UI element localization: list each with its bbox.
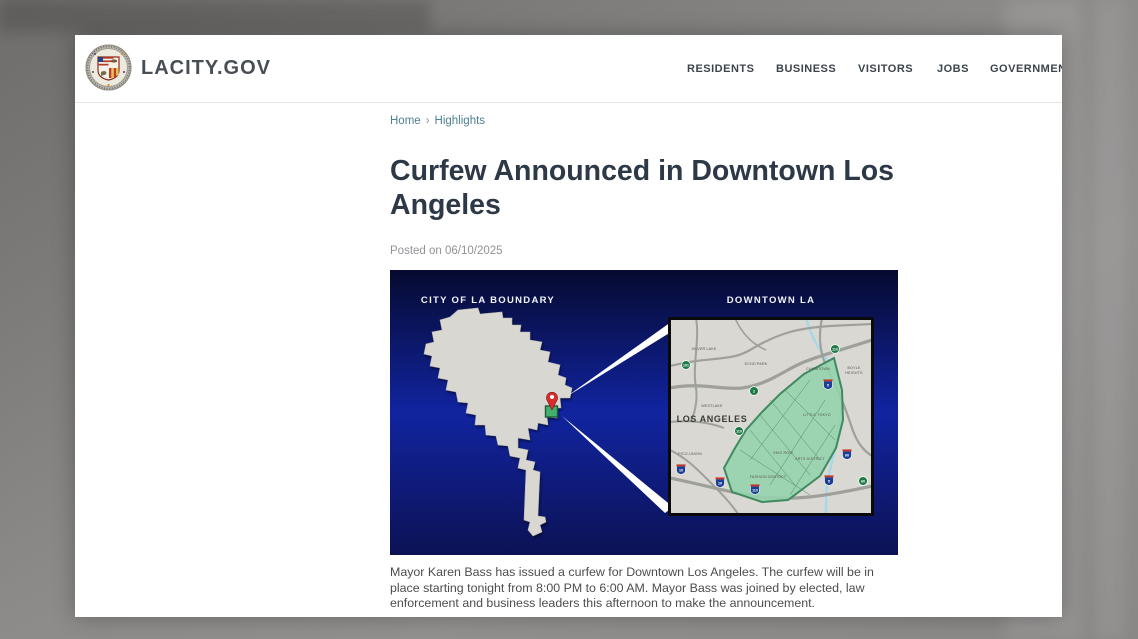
map-label: FASHION DISTRICT (750, 475, 787, 479)
breadcrumb-separator: › (426, 115, 430, 127)
map-label: WESTLAKE (701, 404, 723, 408)
map-label: CHINATOWN (806, 367, 830, 371)
nav-item-jobs[interactable]: JOBS (937, 63, 969, 75)
nav-item-visitors[interactable]: VISITORS (858, 63, 913, 75)
curfew-map-graphic: CITY OF LA BOUNDARY DOWNTOWN LA (390, 270, 898, 555)
svg-text:10: 10 (718, 482, 722, 486)
svg-text:2: 2 (753, 389, 755, 393)
banner-left-label: CITY OF LA BOUNDARY (421, 295, 555, 306)
breadcrumb-current[interactable]: Highlights (435, 115, 486, 127)
svg-text:60: 60 (861, 479, 865, 483)
map-label: SKID ROW (773, 451, 793, 455)
map-label: SILVER LAKE (692, 347, 717, 351)
svg-text:110: 110 (832, 347, 838, 351)
breadcrumb: Home › Highlights (390, 115, 485, 127)
svg-text:110: 110 (752, 489, 758, 493)
page-title: Curfew Announced in Downtown Los Angeles (390, 154, 925, 222)
nav-item-business[interactable]: BUSINESS (776, 63, 836, 75)
svg-text:5: 5 (827, 384, 829, 388)
downtown-inset-map: SILVER LAKE ECHO PARK WESTLAKE LOS ANGEL… (668, 317, 874, 516)
svg-text:110: 110 (736, 429, 742, 433)
svg-text:101: 101 (683, 363, 689, 367)
svg-text:60: 60 (845, 454, 849, 458)
site-brand[interactable]: LACITY.GOV (141, 57, 271, 80)
map-label: ECHO PARK (745, 362, 768, 366)
seal-shield (98, 57, 119, 80)
site-header: LACITY.GOV RESIDENTS BUSINESS VISITORS J… (75, 35, 1062, 103)
nav-item-government[interactable]: GOVERNMENT (990, 63, 1062, 75)
la-city-seal-logo[interactable] (85, 44, 132, 91)
article-body-text: Mayor Karen Bass has issued a curfew for… (390, 565, 895, 612)
breadcrumb-home-link[interactable]: Home (390, 115, 421, 127)
nav-item-residents[interactable]: RESIDENTS (687, 63, 754, 75)
map-label: ARTS DISTRICT (795, 457, 825, 461)
map-label: HEIGHTS (845, 371, 863, 375)
map-label: LITTLE TOKYO (803, 413, 831, 417)
map-label: BOYLE (848, 366, 861, 370)
svg-text:10: 10 (679, 469, 683, 473)
webpage-window: LACITY.GOV RESIDENTS BUSINESS VISITORS J… (75, 35, 1062, 617)
map-label-los-angeles: LOS ANGELES (677, 414, 748, 424)
background-shade (0, 0, 430, 32)
posted-date: Posted on 06/10/2025 (390, 245, 503, 257)
background-band (1095, 0, 1125, 639)
svg-text:5: 5 (828, 480, 830, 484)
clipped-text-line (390, 613, 895, 617)
map-label: PICO-UNION (678, 452, 702, 456)
banner-right-label: DOWNTOWN LA (727, 295, 816, 306)
